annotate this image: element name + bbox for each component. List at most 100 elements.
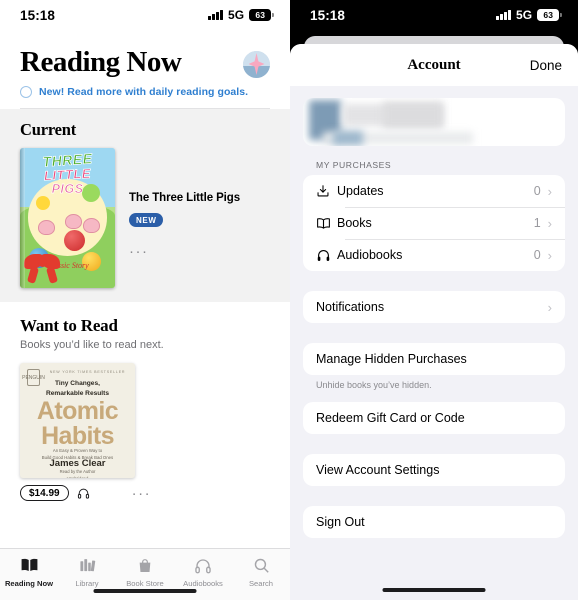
row-manage-hidden-purchases[interactable]: Manage Hidden Purchases [303, 343, 565, 375]
dual-screenshot: 15:18 5G 63 Reading Now New! Read more w… [0, 0, 578, 600]
ribbon-bow-icon [24, 250, 70, 284]
goal-banner-text: New! Read more with daily reading goals. [39, 86, 249, 98]
account-settings-card: View Account Settings [303, 454, 565, 486]
tab-audiobooks[interactable]: Audiobooks [174, 556, 232, 588]
tab-label: Audiobooks [183, 578, 223, 588]
tab-label: Search [248, 578, 274, 588]
row-view-account-settings[interactable]: View Account Settings [303, 454, 565, 486]
want-to-read-subtitle: Books you’d like to read next. [20, 339, 164, 351]
chevron-right-icon: › [547, 247, 552, 263]
goal-ring-icon [20, 86, 32, 98]
row-label: Audiobooks [337, 248, 403, 262]
want-to-read-section: Want to Read Books you’d like to read ne… [0, 302, 290, 501]
price-button[interactable]: $14.99 [20, 485, 69, 501]
cover-tagline: Tiny Changes, Remarkable Results [45, 380, 110, 397]
row-label: Updates [337, 184, 384, 198]
row-books[interactable]: Books 1 › [303, 207, 565, 239]
account-screen: 15:18 5G 63 Account Done MY PURCHASES Up… [290, 0, 578, 600]
done-button[interactable]: Done [530, 58, 562, 73]
row-label: Books [337, 216, 372, 230]
battery-icon: 63 [537, 9, 562, 21]
download-icon [316, 184, 337, 198]
hidden-purchases-footer: Unhide books you’ve hidden. [316, 380, 432, 390]
home-indicator [382, 587, 486, 592]
my-purchases-label: MY PURCHASES [316, 160, 392, 170]
atomic-habits-actions: $14.99 ··· [20, 485, 270, 501]
redeem-card: Redeem Gift Card or Code [303, 402, 565, 434]
sheet-nav-bar: Account Done [290, 44, 578, 86]
battery-level: 63 [543, 9, 554, 20]
row-audiobooks[interactable]: Audiobooks 0 › [303, 239, 565, 271]
home-indicator [93, 588, 197, 593]
row-label: Redeem Gift Card or Code [316, 411, 465, 425]
battery-level: 63 [255, 9, 266, 20]
signal-bars-icon [496, 10, 511, 20]
network-type: 5G [227, 8, 245, 22]
account-sheet: Account Done MY PURCHASES Updates 0 › Bo… [290, 44, 578, 600]
status-indicators: 5G 63 [208, 8, 274, 22]
sign-out-card: Sign Out [303, 506, 565, 538]
current-book-more-button[interactable]: ··· [129, 244, 240, 259]
notifications-card: Notifications › [303, 291, 565, 323]
tab-search[interactable]: Search [232, 556, 290, 588]
reading-now-screen: 15:18 5G 63 Reading Now New! Read more w… [0, 0, 290, 600]
battery-icon: 63 [249, 9, 274, 21]
page-title: Reading Now [20, 46, 182, 78]
my-purchases-card: Updates 0 › Books 1 › Audiobooks 0 › [303, 175, 565, 271]
row-count: 1 [533, 216, 541, 230]
tab-label: Book Store [126, 578, 164, 588]
chevron-right-icon: › [547, 299, 552, 315]
cover-line3: PIGS [51, 182, 84, 197]
row-label: Sign Out [316, 515, 365, 529]
cover-title: Atomic Habits [36, 397, 119, 450]
row-notifications[interactable]: Notifications › [303, 291, 565, 323]
row-label: View Account Settings [316, 463, 440, 477]
tab-label: Library [75, 578, 99, 588]
want-to-read-title: Want to Read [20, 316, 118, 335]
hidden-purchases-card: Manage Hidden Purchases [303, 343, 565, 375]
sun-icon [36, 196, 50, 210]
current-section: Current THREE LITTLE PIGS Classic Story [0, 109, 290, 302]
tab-label: Reading Now [4, 578, 54, 588]
row-count: 0 [533, 184, 541, 198]
chevron-right-icon: › [547, 183, 552, 199]
current-book-title: The Three Little Pigs [129, 192, 241, 204]
tab-book-store[interactable]: Book Store [116, 556, 174, 588]
sheet-title: Account [407, 56, 461, 73]
network-type: 5G [515, 8, 533, 22]
book-cover-atomic-habits[interactable]: PENGUIN NEW YORK TIMES BESTSELLER Tiny C… [20, 363, 135, 478]
search-icon [253, 556, 270, 575]
status-time: 15:18 [20, 7, 56, 23]
cover-narration: Read by the Author Unabridged [59, 469, 96, 478]
headphones-icon [194, 556, 212, 575]
signal-bars-icon [208, 10, 223, 20]
current-book-meta: The Three Little Pigs NEW ··· [129, 148, 240, 288]
headphones-icon [316, 248, 337, 263]
profile-avatar-button[interactable] [243, 51, 270, 78]
open-book-icon [316, 217, 337, 230]
row-label: Manage Hidden Purchases [316, 352, 467, 366]
current-section-title: Current [20, 120, 77, 139]
open-book-icon [20, 556, 39, 575]
reading-now-header: Reading Now [0, 30, 290, 82]
shopping-bag-icon [137, 556, 153, 575]
current-book-row[interactable]: THREE LITTLE PIGS Classic Story The Thre… [0, 148, 290, 288]
profile-card-redacted[interactable] [303, 98, 565, 146]
headphones-icon [77, 488, 89, 499]
reading-goals-banner[interactable]: New! Read more with daily reading goals. [0, 82, 290, 108]
row-updates[interactable]: Updates 0 › [303, 175, 565, 207]
new-badge: NEW [129, 213, 164, 227]
tab-library[interactable]: Library [58, 556, 116, 588]
atomic-habits-more-button[interactable]: ··· [132, 486, 152, 501]
status-time: 15:18 [310, 7, 346, 23]
row-label: Notifications [316, 300, 385, 314]
tab-reading-now[interactable]: Reading Now [0, 556, 58, 588]
status-bar-right: 15:18 5G 63 [290, 0, 578, 30]
row-redeem-gift-card[interactable]: Redeem Gift Card or Code [303, 402, 565, 434]
row-sign-out[interactable]: Sign Out [303, 506, 565, 538]
cover-nyt-line: NEW YORK TIMES BESTSELLER [49, 370, 126, 374]
chevron-right-icon: › [547, 215, 552, 231]
status-bar-left: 15:18 5G 63 [0, 0, 290, 30]
book-cover-three-little-pigs[interactable]: THREE LITTLE PIGS Classic Story [20, 148, 115, 288]
status-indicators: 5G 63 [496, 8, 562, 22]
